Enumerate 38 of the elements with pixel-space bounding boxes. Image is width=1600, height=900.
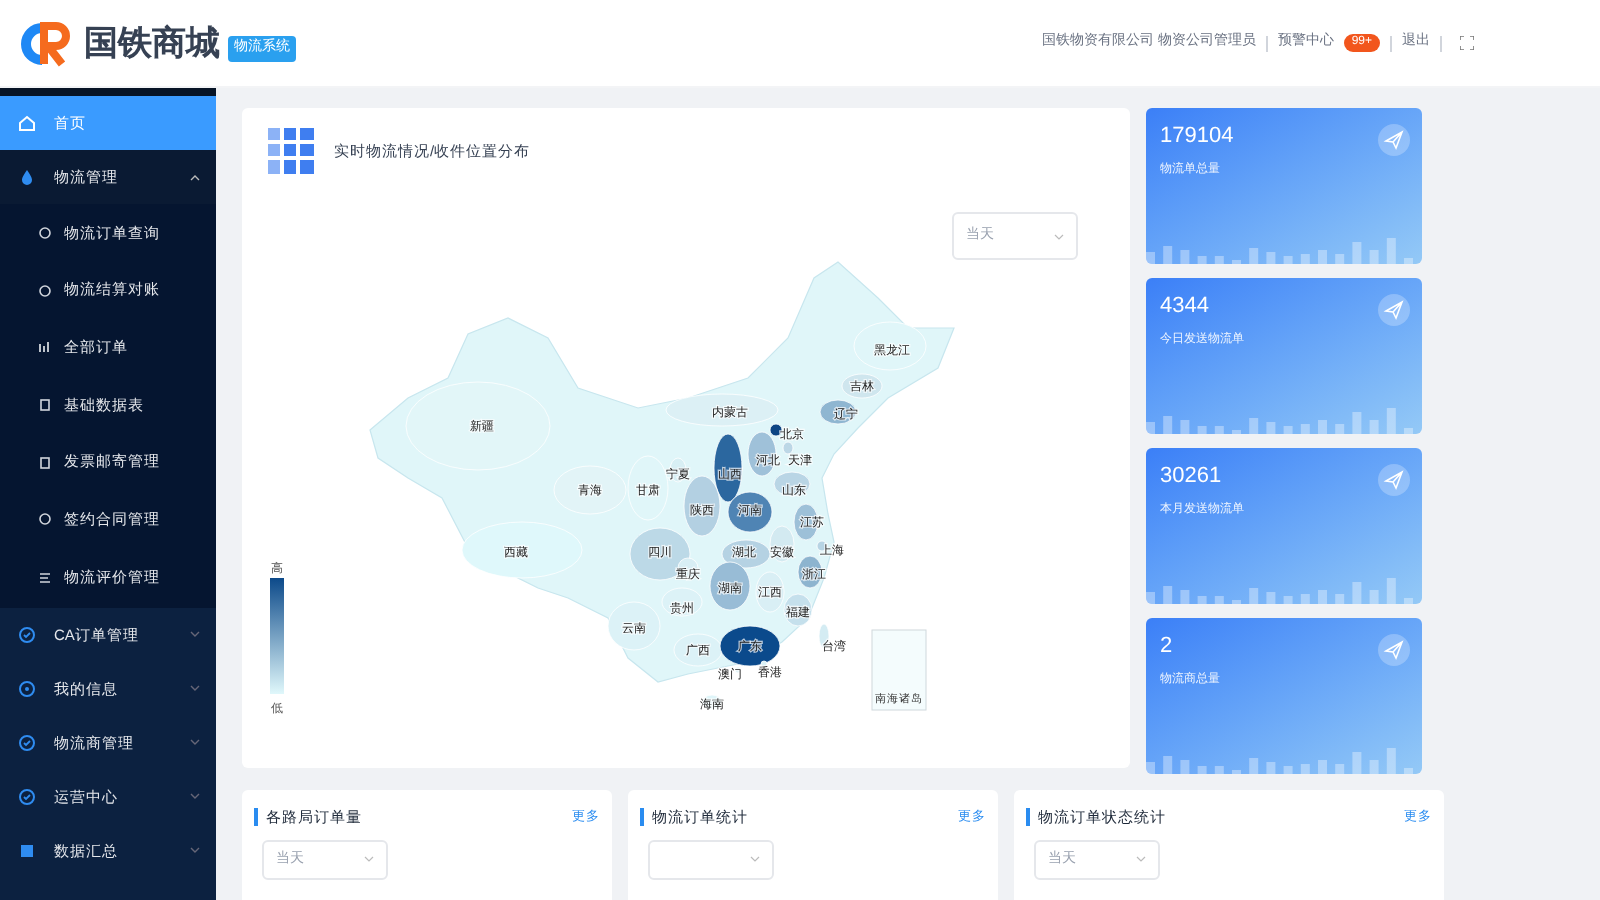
paper-plane-icon bbox=[1378, 464, 1410, 496]
logo-icon bbox=[16, 19, 76, 67]
document-icon bbox=[38, 397, 52, 412]
document-icon bbox=[38, 455, 52, 470]
caret-icon bbox=[190, 173, 200, 181]
check-circle-icon bbox=[18, 625, 36, 644]
paper-plane-icon bbox=[1378, 294, 1410, 326]
caret-icon bbox=[190, 738, 200, 747]
bar-chart-icon bbox=[38, 340, 52, 355]
caret-icon bbox=[364, 856, 374, 863]
circle-icon bbox=[18, 679, 36, 698]
paper-plane-icon bbox=[1378, 124, 1410, 156]
caret-icon bbox=[1136, 856, 1146, 863]
legend-gradient-bar bbox=[270, 578, 284, 694]
logo-text: 国铁商城 bbox=[84, 21, 220, 66]
circle-icon bbox=[38, 283, 52, 298]
fullscreen-icon[interactable] bbox=[1460, 36, 1474, 50]
caret-icon bbox=[190, 846, 200, 855]
caret-icon bbox=[1054, 233, 1064, 239]
caret-icon bbox=[190, 630, 200, 639]
caret-icon bbox=[750, 856, 760, 863]
inset-frame bbox=[871, 629, 927, 711]
stat-value: 2 bbox=[1160, 632, 1173, 662]
paper-plane-icon bbox=[1378, 634, 1410, 666]
check-circle-icon bbox=[18, 733, 36, 752]
stat-value: 179104 bbox=[1160, 122, 1234, 152]
caret-icon bbox=[190, 792, 200, 801]
circle-icon bbox=[38, 225, 52, 240]
caret-icon bbox=[190, 684, 200, 693]
stat-value: 4344 bbox=[1160, 292, 1209, 322]
check-circle-icon bbox=[18, 787, 36, 806]
stat-value: 30261 bbox=[1160, 462, 1222, 492]
circle-icon bbox=[38, 512, 52, 527]
square-icon bbox=[18, 841, 36, 860]
home-icon bbox=[18, 114, 36, 132]
grid-icon bbox=[268, 128, 314, 174]
droplet-icon bbox=[18, 168, 36, 186]
list-icon bbox=[38, 569, 52, 584]
